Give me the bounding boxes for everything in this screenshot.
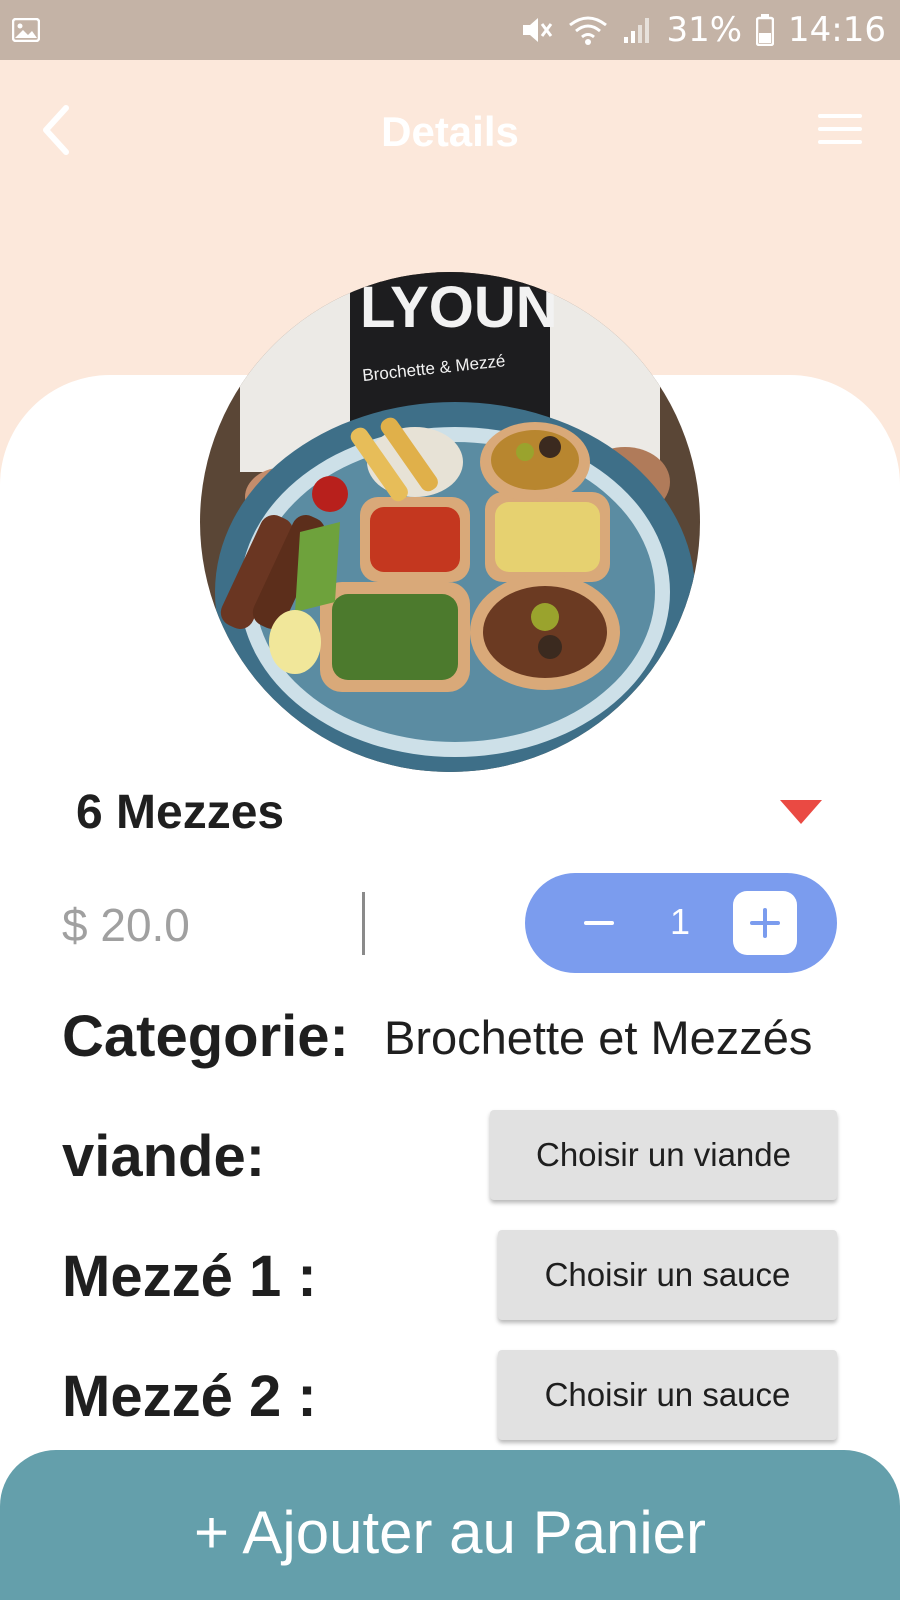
quantity-value: 1	[669, 901, 691, 942]
wifi-icon	[569, 16, 608, 45]
add-to-cart-button[interactable]: + Ajouter au Panier	[0, 1450, 900, 1600]
category-value: Brochette et Mezzés	[384, 1011, 813, 1064]
choose-mezze-2-button[interactable]: Choisir un sauce	[498, 1350, 837, 1440]
mezze-1-label: Mezzé 1 :	[62, 1244, 317, 1309]
category-label: Categorie:	[62, 1004, 349, 1069]
gallery-icon	[12, 18, 40, 42]
page-title: Details	[381, 108, 519, 155]
mute-icon	[523, 18, 553, 42]
minus-icon[interactable]	[575, 903, 625, 943]
status-bar: 31% 14:16	[0, 0, 900, 60]
signal-icon	[624, 18, 650, 43]
meat-label: viande:	[62, 1124, 266, 1189]
choose-meat-button[interactable]: Choisir un viande	[490, 1110, 837, 1200]
battery-percent: 31%	[666, 10, 743, 50]
status-indicators: 31% 14:16	[520, 10, 886, 50]
product-photo: LYOUN Brochette & Mezzé	[200, 272, 700, 772]
mezze-2-label: Mezzé 2 :	[62, 1364, 317, 1429]
svg-text:LYOUN: LYOUN	[360, 275, 558, 340]
choose-mezze-1-button[interactable]: Choisir un sauce	[498, 1230, 837, 1320]
divider	[362, 892, 365, 955]
menu-icon[interactable]	[816, 110, 864, 150]
quantity-stepper: 1	[525, 873, 837, 973]
product-name: 6 Mezzes	[76, 786, 285, 839]
product-price: $ 20.0	[62, 899, 190, 951]
heart-icon[interactable]	[778, 800, 824, 824]
plus-icon[interactable]	[733, 891, 797, 955]
clock: 14:16	[788, 10, 886, 50]
battery-icon	[756, 14, 775, 46]
